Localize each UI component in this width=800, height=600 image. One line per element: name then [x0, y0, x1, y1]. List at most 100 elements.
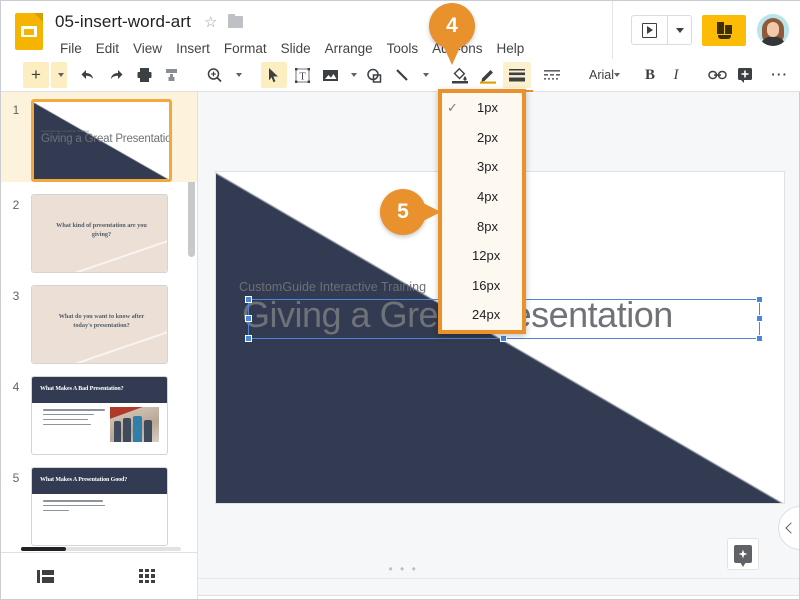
thumbnail-preview: What Makes A Bad Presentation? [31, 376, 168, 455]
thumbnail-preview: What Makes A Presentation Good? [31, 467, 168, 546]
resize-handle-middle-left[interactable] [245, 315, 252, 322]
resize-handle-bottom-center[interactable] [500, 335, 507, 342]
grid-view-button[interactable] [133, 562, 161, 590]
present-button[interactable] [632, 16, 667, 44]
add-comment-button[interactable] [732, 62, 758, 88]
border-weight-option-1px[interactable]: ✓ 1px [442, 93, 522, 123]
callout-label: 5 [397, 200, 409, 223]
bold-button[interactable]: B [638, 62, 662, 88]
chevron-left-icon [785, 522, 797, 534]
more-options-button[interactable]: ⋯ [766, 62, 792, 88]
collapse-panel-button[interactable] [778, 506, 799, 550]
check-icon: ✓ [447, 99, 458, 115]
present-options-button[interactable] [667, 16, 691, 44]
resize-handle-top-left[interactable] [245, 296, 252, 303]
chevron-down-icon [57, 73, 64, 77]
text-box-tool[interactable]: T [289, 62, 315, 88]
plus-icon: + [31, 65, 41, 84]
font-family-selector[interactable]: Arial [581, 62, 624, 88]
line-caret[interactable] [417, 62, 431, 88]
border-weight-option-24px[interactable]: 24px [442, 300, 522, 330]
slide-number: 2 [12, 198, 20, 212]
option-label: 1px [477, 100, 498, 116]
chevron-down-icon [350, 73, 357, 77]
border-weight-option-12px[interactable]: 12px [442, 241, 522, 271]
resize-handle-bottom-left[interactable] [245, 335, 252, 342]
new-slide-caret[interactable] [51, 62, 67, 88]
panel-horizontal-scrollbar[interactable] [21, 547, 181, 551]
option-label: 2px [477, 129, 498, 145]
line-icon [395, 68, 408, 81]
callout-step-5: 5 [380, 189, 441, 235]
option-label: 12px [472, 248, 501, 264]
fill-color-button[interactable] [447, 62, 473, 88]
slide-thumbnail-5[interactable]: 5 What Makes A Presentation Good? [1, 455, 197, 546]
select-tool[interactable] [261, 62, 287, 88]
slide-thumbnail-1[interactable]: 1 CustomGuide Interactive Training Givin… [1, 92, 197, 182]
new-slide-button[interactable]: + [23, 62, 49, 88]
slide-thumbnail-2[interactable]: 2 What kind of presentation are you givi… [1, 182, 197, 273]
panel-bottom-bar [1, 547, 198, 599]
border-weight-icon [509, 69, 525, 82]
redo-icon [110, 70, 122, 79]
star-icon[interactable]: ☆ [204, 15, 217, 30]
line-tool[interactable] [389, 62, 415, 88]
zoom-caret[interactable] [229, 62, 245, 88]
option-label: 24px [472, 307, 501, 323]
undo-button[interactable] [75, 62, 101, 88]
resize-handle-bottom-right[interactable] [756, 335, 763, 342]
printer-icon [137, 68, 151, 82]
paint-bucket-icon [452, 67, 468, 84]
border-weight-dropdown[interactable]: ✓ 1px 2px 3px 4px 8px 12px 16px 24px [438, 89, 526, 334]
explore-button[interactable] [727, 538, 759, 570]
menu-insert[interactable]: Insert [169, 38, 217, 59]
slide-thumbnail-3[interactable]: 3 What do you want to know after today's… [1, 273, 197, 364]
border-weight-button[interactable] [501, 62, 533, 95]
move-to-folder-icon[interactable] [228, 14, 244, 28]
resize-handle-middle-right[interactable] [756, 315, 763, 322]
share-icon [715, 21, 734, 40]
slide-thumbnail-4[interactable]: 4 What Makes A Bad Presentation? [1, 364, 197, 455]
insert-link-button[interactable] [704, 62, 730, 88]
border-weight-option-2px[interactable]: 2px [442, 123, 522, 153]
share-button[interactable] [702, 14, 746, 46]
undo-icon [81, 70, 93, 79]
chevron-down-icon [614, 73, 621, 77]
filmstrip-view-button[interactable] [31, 562, 59, 590]
border-weight-option-8px[interactable]: 8px [442, 211, 522, 241]
resize-handle-top-right[interactable] [756, 296, 763, 303]
thumb-title: What kind of presentation are you giving… [56, 222, 147, 238]
border-weight-option-3px[interactable]: 3px [442, 152, 522, 182]
border-color-button[interactable] [475, 62, 501, 88]
menu-file[interactable]: File [53, 38, 89, 59]
italic-button[interactable]: I [664, 62, 688, 88]
shape-tool[interactable] [361, 62, 387, 88]
menu-view[interactable]: View [126, 38, 169, 59]
thumbnail-preview: CustomGuide Interactive Training Giving … [31, 99, 172, 182]
menu-format[interactable]: Format [217, 38, 274, 59]
menu-slide[interactable]: Slide [274, 38, 318, 59]
document-title[interactable]: 05-insert-word-art [55, 12, 191, 32]
slide-thumbnails-panel[interactable]: 1 CustomGuide Interactive Training Givin… [1, 92, 198, 552]
image-caret[interactable] [345, 62, 359, 88]
thumb-title: What do you want to know after today's p… [58, 313, 145, 329]
border-weight-option-16px[interactable]: 16px [442, 271, 522, 301]
paint-format-button[interactable] [159, 62, 185, 88]
slide-number: 3 [12, 289, 20, 303]
menu-edit[interactable]: Edit [89, 38, 126, 59]
canvas-drag-dots[interactable]: • • • [389, 563, 418, 575]
menu-arrange[interactable]: Arrange [318, 38, 380, 59]
slide-subtitle-text[interactable]: CustomGuide Interactive Training [239, 280, 426, 294]
redo-button[interactable] [103, 62, 129, 88]
user-avatar[interactable] [757, 14, 789, 46]
menu-tools[interactable]: Tools [380, 38, 426, 59]
image-tool[interactable] [317, 62, 343, 88]
border-weight-option-4px[interactable]: 4px [442, 182, 522, 212]
text-box-icon: T [294, 67, 310, 83]
border-dash-button[interactable] [539, 62, 565, 88]
google-slides-logo [13, 11, 45, 51]
header-right [612, 1, 800, 59]
zoom-button[interactable] [201, 62, 227, 88]
menu-help[interactable]: Help [489, 38, 531, 59]
print-button[interactable] [131, 62, 157, 88]
